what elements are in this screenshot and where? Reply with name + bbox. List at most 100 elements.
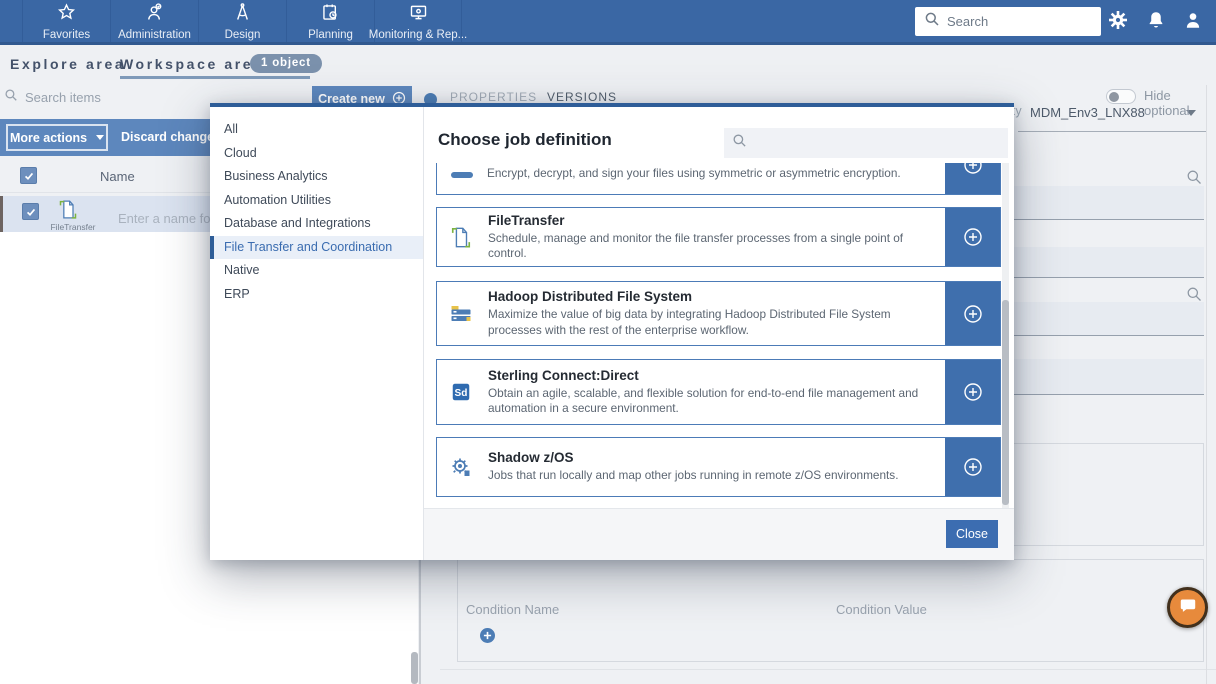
job-card-description: Schedule, manage and monitor the file tr…: [488, 231, 940, 262]
nav-tab-label: Monitoring & Rep...: [369, 29, 467, 41]
svg-text:Sd: Sd: [455, 388, 468, 399]
job-card-list: Encrypt, decrypt, and sign your files us…: [436, 163, 1009, 508]
nav-tab-favorites[interactable]: Favorites: [22, 0, 110, 42]
modal-title: Choose job definition: [438, 130, 612, 150]
search-icon: [924, 11, 940, 32]
user-button[interactable]: [1179, 8, 1207, 36]
job-card-encryption: Encrypt, decrypt, and sign your files us…: [436, 163, 1001, 195]
job-card-title: Shadow z/OS: [488, 450, 898, 465]
workspace-bar: Explore area Workspace area 1 object MES…: [0, 45, 1216, 80]
job-category-list: All Cloud Business Analytics Automation …: [210, 107, 424, 560]
modal-main: Choose job definition Encrypt, decrypt, …: [424, 107, 1014, 560]
choose-job-definition-modal: All Cloud Business Analytics Automation …: [210, 103, 1014, 560]
left-scrollbar-thumb[interactable]: [411, 652, 418, 684]
row-type-label: FileTransfer: [40, 222, 106, 232]
select-all-checkbox[interactable]: [20, 167, 37, 184]
modal-search-box[interactable]: [724, 128, 1008, 158]
job-card-body: Hadoop Distributed File System Maximize …: [437, 282, 945, 345]
search-icon: [732, 133, 747, 153]
category-item-business-analytics[interactable]: Business Analytics: [210, 165, 423, 189]
monitoring-icon: [408, 2, 429, 28]
job-card-sterling: Sd Sterling Connect:Direct Obtain an agi…: [436, 359, 1001, 425]
right-scrollbar-track[interactable]: [1206, 85, 1207, 684]
notifications-button[interactable]: [1142, 8, 1170, 36]
shadow-gear-icon: [447, 455, 475, 479]
job-card-filetransfer: FileTransfer Schedule, manage and monito…: [436, 207, 1001, 267]
job-card-body: Shadow z/OS Jobs that run locally and ma…: [437, 438, 945, 496]
filetransfer-doc-icon: [447, 225, 475, 250]
add-job-button[interactable]: [945, 208, 1000, 266]
nav-tab-label: Administration: [118, 29, 191, 41]
administration-icon: [144, 2, 165, 28]
job-card-description: Obtain an agile, scalable, and flexible …: [488, 386, 940, 417]
encryption-partial-icon: [451, 172, 473, 178]
add-condition-button[interactable]: [480, 628, 495, 643]
conditions-box: Condition Name Condition Value: [457, 559, 1204, 662]
condition-value-label: Condition Value: [836, 602, 927, 617]
global-search-input[interactable]: [947, 14, 1087, 29]
bottom-separator: [440, 669, 1216, 670]
nav-tab-planning[interactable]: Planning: [286, 0, 374, 42]
tab-versions[interactable]: VERSIONS: [547, 90, 617, 104]
nav-tabs: Favorites Administration Design Planning: [0, 0, 462, 42]
search-icon: [4, 88, 18, 107]
job-card-shadow-zos: Shadow z/OS Jobs that run locally and ma…: [436, 437, 1001, 497]
user-icon: [1182, 9, 1204, 36]
category-item-native[interactable]: Native: [210, 259, 423, 283]
search-items-box[interactable]: [4, 88, 175, 107]
object-count-badge: 1 object: [250, 54, 322, 73]
name-column-header: Name: [100, 169, 135, 184]
modal-scrollbar-thumb[interactable]: [1002, 300, 1009, 505]
add-job-button[interactable]: [945, 438, 1000, 496]
toggle-knob: [1109, 92, 1119, 102]
active-tab-underline: [120, 76, 310, 79]
category-item-cloud[interactable]: Cloud: [210, 142, 423, 166]
add-job-button[interactable]: [945, 163, 1000, 194]
category-item-file-transfer[interactable]: File Transfer and Coordination: [210, 236, 423, 260]
hdfs-server-icon: [447, 302, 475, 326]
tab-properties[interactable]: PROPERTIES: [450, 90, 537, 104]
nav-tab-administration[interactable]: Administration: [110, 0, 198, 42]
app-root: Favorites Administration Design Planning: [0, 0, 1216, 684]
nav-tab-label: Design: [225, 29, 261, 41]
category-item-all[interactable]: All: [210, 118, 423, 142]
add-job-button[interactable]: [945, 282, 1000, 345]
bell-icon: [1145, 9, 1167, 36]
search-items-input[interactable]: [25, 90, 175, 105]
global-search-box[interactable]: [915, 7, 1101, 36]
job-card-title: FileTransfer: [488, 213, 940, 228]
settings-button[interactable]: [1104, 8, 1132, 36]
category-item-erp[interactable]: ERP: [210, 283, 423, 307]
category-item-database-integrations[interactable]: Database and Integrations: [210, 212, 423, 236]
chat-button[interactable]: [1167, 587, 1208, 628]
top-navbar: Favorites Administration Design Planning: [0, 0, 1216, 45]
condition-name-label: Condition Name: [466, 602, 559, 617]
chevron-down-icon: [96, 135, 104, 140]
tab-workspace-area[interactable]: Workspace area: [120, 56, 264, 72]
modal-footer: Close: [424, 508, 1014, 560]
design-icon: [232, 2, 253, 28]
more-actions-button[interactable]: More actions: [6, 124, 108, 151]
planning-icon: [320, 2, 341, 28]
nav-tab-monitoring[interactable]: Monitoring & Rep...: [374, 0, 462, 42]
add-job-button[interactable]: [945, 360, 1000, 424]
nav-tab-design[interactable]: Design: [198, 0, 286, 42]
hide-optional-toggle[interactable]: [1106, 89, 1136, 104]
modal-search-input[interactable]: [753, 136, 993, 151]
job-card-description: Jobs that run locally and map other jobs…: [488, 468, 898, 483]
category-item-automation-utilities[interactable]: Automation Utilities: [210, 189, 423, 213]
gear-icon: [1106, 8, 1130, 37]
job-card-body: FileTransfer Schedule, manage and monito…: [437, 208, 945, 266]
nav-tab-label: Planning: [308, 29, 353, 41]
job-card-body: Sd Sterling Connect:Direct Obtain an agi…: [437, 360, 945, 424]
nav-tab-label: Favorites: [43, 29, 90, 41]
sterling-sd-icon: Sd: [447, 381, 475, 403]
row-checkbox[interactable]: [22, 203, 39, 220]
job-card-hdfs: Hadoop Distributed File System Maximize …: [436, 281, 1001, 346]
job-card-description: Encrypt, decrypt, and sign your files us…: [487, 166, 901, 180]
tab-explore-area[interactable]: Explore area: [10, 56, 125, 72]
more-actions-label: More actions: [10, 131, 87, 145]
close-button[interactable]: Close: [946, 520, 998, 548]
star-icon: [56, 2, 77, 28]
modal-scrollbar-track[interactable]: [1002, 163, 1009, 508]
